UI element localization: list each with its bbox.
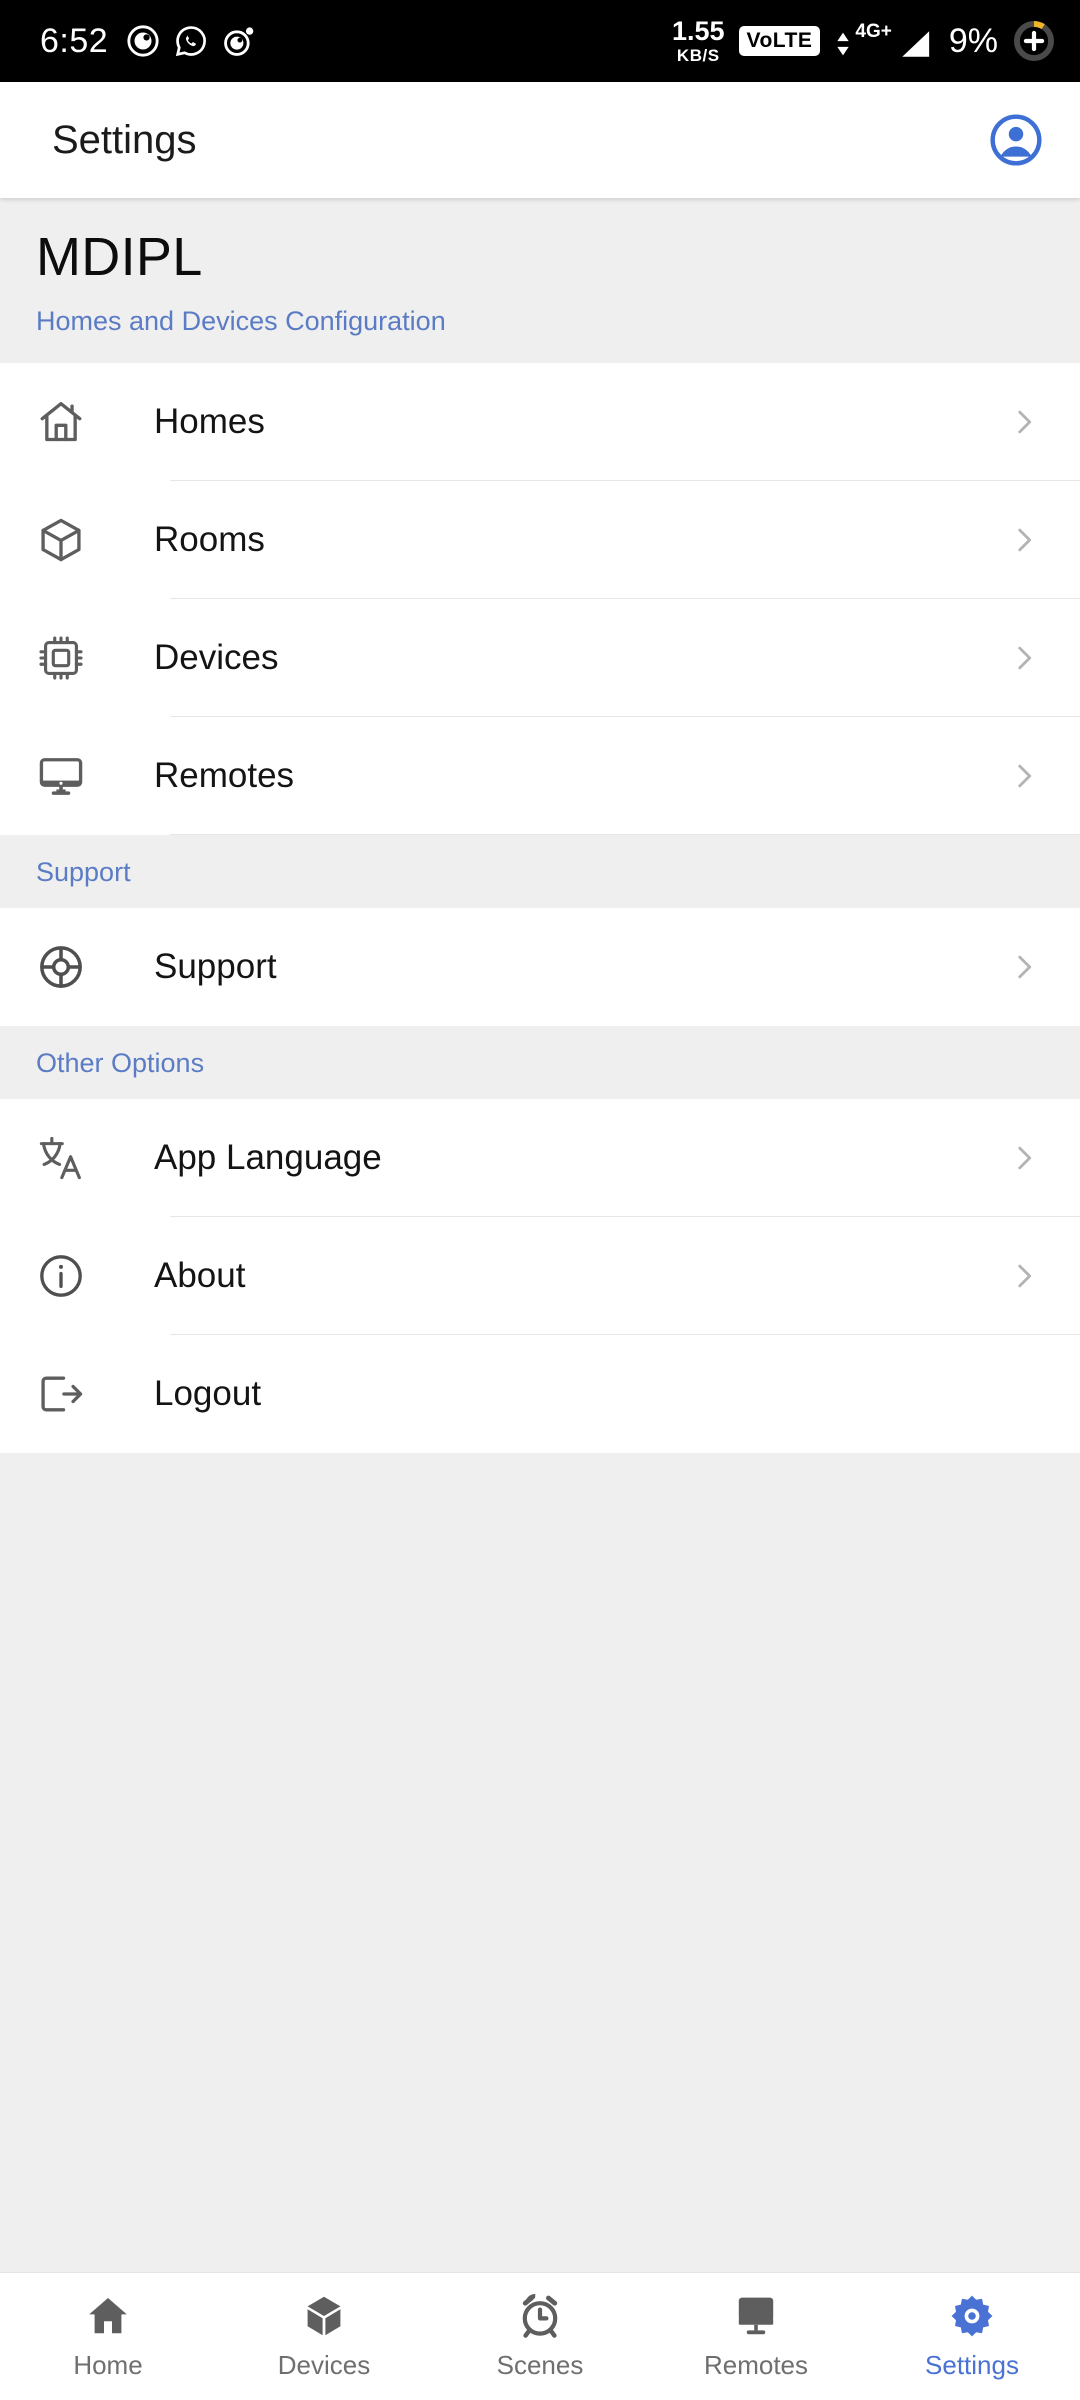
volte-badge: VoLTE	[738, 26, 821, 56]
data-transfer-arrows-icon	[834, 27, 852, 61]
network-speed-unit: KB/S	[676, 46, 720, 65]
organization-header: MDIPL Homes and Devices Configuration	[0, 198, 1080, 364]
settings-row-label: Remotes	[154, 756, 295, 796]
settings-row-label: Homes	[154, 402, 265, 442]
settings-row-label: About	[154, 1256, 246, 1296]
signal-bars-icon	[895, 27, 935, 61]
network-speed-value: 1.55	[671, 16, 725, 46]
settings-row-label: App Language	[154, 1138, 382, 1178]
nav-item-home[interactable]: Home	[0, 2273, 216, 2400]
chevron-right-icon	[1004, 1259, 1044, 1293]
nav-item-label: Remotes	[703, 2350, 809, 2380]
settings-section-support: Support	[0, 908, 1080, 1027]
info-circle-icon	[36, 1251, 112, 1301]
nav-item-scenes[interactable]: Scenes	[432, 2273, 648, 2400]
settings-row-app-language[interactable]: App Language	[0, 1099, 1080, 1218]
organization-subtitle: Homes and Devices Configuration	[36, 306, 446, 337]
nav-item-settings[interactable]: Settings	[864, 2273, 1080, 2400]
chevron-right-icon	[1004, 641, 1044, 675]
chevron-right-icon	[1004, 405, 1044, 439]
app-screen: 6:52 1.55 KB/S VoLTE 4G+ 9% Settings MDI…	[0, 0, 1080, 2400]
chevron-right-icon	[1004, 759, 1044, 793]
monitor-filled-icon	[732, 2292, 780, 2340]
settings-row-logout[interactable]: Logout	[0, 1335, 1080, 1454]
network-type-label: 4G+	[855, 21, 892, 42]
settings-content: MDIPL Homes and Devices Configuration Ho…	[0, 198, 1080, 2254]
status-bar-notification-icons	[126, 24, 256, 58]
network-speed-indicator: 1.55 KB/S	[671, 16, 725, 65]
section-header-support: Support	[0, 835, 1080, 909]
content-filler	[0, 1453, 1080, 2254]
nav-item-label: Devices	[277, 2350, 371, 2380]
chevron-right-icon	[1004, 950, 1044, 984]
nav-item-label: Home	[73, 2350, 143, 2380]
camera-app-icon	[126, 24, 160, 58]
settings-row-label: Logout	[154, 1374, 262, 1414]
section-header-other-options: Other Options	[0, 1026, 1080, 1100]
app-bar: Settings	[0, 82, 1080, 198]
microchip-icon	[36, 633, 112, 683]
alarm-clock-icon	[516, 2292, 564, 2340]
chevron-right-icon	[1004, 1141, 1044, 1175]
translate-icon	[36, 1133, 112, 1183]
nav-item-label: Settings	[925, 2350, 1019, 2380]
home-filled-icon	[84, 2292, 132, 2340]
nav-item-devices[interactable]: Devices	[216, 2273, 432, 2400]
nav-item-remotes[interactable]: Remotes	[648, 2273, 864, 2400]
bottom-navigation-bar: Home Devices Scenes Remotes Settings	[0, 2272, 1080, 2400]
account-circle-icon[interactable]	[988, 112, 1044, 168]
settings-row-about[interactable]: About	[0, 1217, 1080, 1336]
organization-name: MDIPL	[36, 227, 203, 287]
chevron-right-icon	[1004, 523, 1044, 557]
settings-row-homes[interactable]: Homes	[0, 363, 1080, 482]
location-app-icon	[222, 24, 256, 58]
settings-row-label: Devices	[154, 638, 279, 678]
settings-section-other-options: App Language About Logout	[0, 1099, 1080, 1454]
settings-row-label: Rooms	[154, 520, 265, 560]
charging-battery-icon	[1012, 19, 1056, 63]
status-bar-right: 1.55 KB/S VoLTE 4G+ 9%	[672, 18, 1056, 64]
house-outline-icon	[36, 397, 112, 447]
page-title: Settings	[52, 117, 197, 162]
settings-section-configuration: Homes Rooms Devices Remotes	[0, 363, 1080, 836]
status-bar-clock: 6:52	[40, 21, 109, 60]
settings-row-devices[interactable]: Devices	[0, 599, 1080, 718]
status-bar: 6:52 1.55 KB/S VoLTE 4G+ 9%	[0, 0, 1080, 82]
whatsapp-icon	[174, 24, 208, 58]
settings-row-support[interactable]: Support	[0, 908, 1080, 1027]
gear-icon	[948, 2292, 996, 2340]
monitor-icon	[36, 751, 112, 801]
logout-icon	[36, 1369, 112, 1419]
settings-row-remotes[interactable]: Remotes	[0, 717, 1080, 836]
status-bar-left: 6:52	[40, 22, 256, 61]
settings-row-label: Support	[154, 947, 277, 987]
cube-filled-icon	[300, 2292, 348, 2340]
cellular-signal-indicator: 4G+	[834, 21, 934, 61]
settings-row-rooms[interactable]: Rooms	[0, 481, 1080, 600]
battery-percent-label: 9%	[948, 21, 998, 60]
cube-outline-icon	[36, 515, 112, 565]
lifebuoy-icon	[36, 942, 112, 992]
nav-item-label: Scenes	[496, 2350, 584, 2380]
